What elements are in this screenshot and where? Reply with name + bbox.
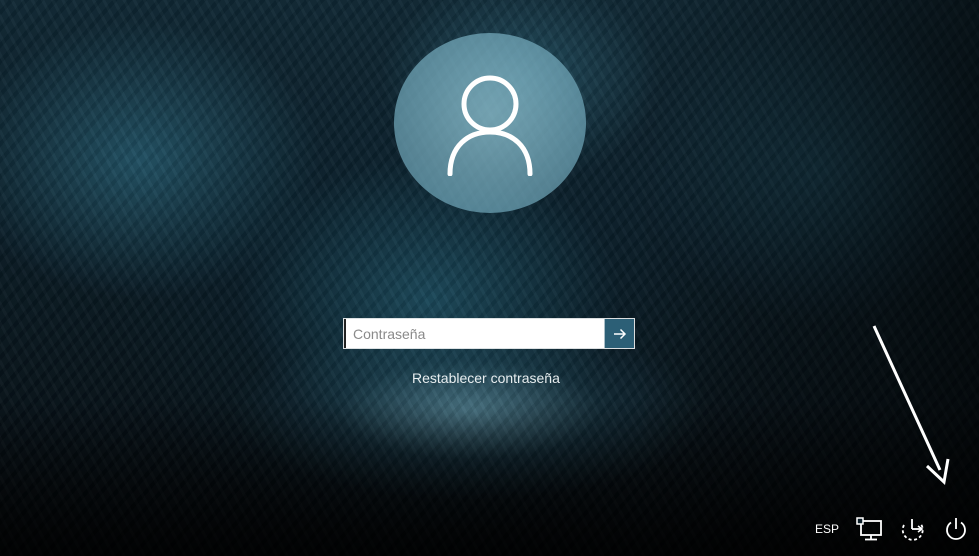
user-avatar — [394, 33, 586, 213]
lock-screen-background: Restablecer contraseña ESP — [0, 0, 979, 556]
user-icon — [447, 75, 533, 176]
ease-of-access-icon[interactable] — [899, 516, 927, 542]
power-icon[interactable] — [943, 516, 969, 542]
system-tray: ESP — [815, 516, 969, 542]
network-icon[interactable] — [855, 516, 883, 542]
submit-button[interactable] — [604, 319, 634, 348]
reset-password-link[interactable]: Restablecer contraseña — [412, 370, 560, 386]
arrow-right-icon — [613, 328, 626, 339]
arrow-pointer-annotation — [872, 325, 950, 486]
password-field-group — [343, 318, 635, 349]
language-indicator[interactable]: ESP — [815, 522, 839, 536]
password-input[interactable] — [344, 319, 604, 348]
